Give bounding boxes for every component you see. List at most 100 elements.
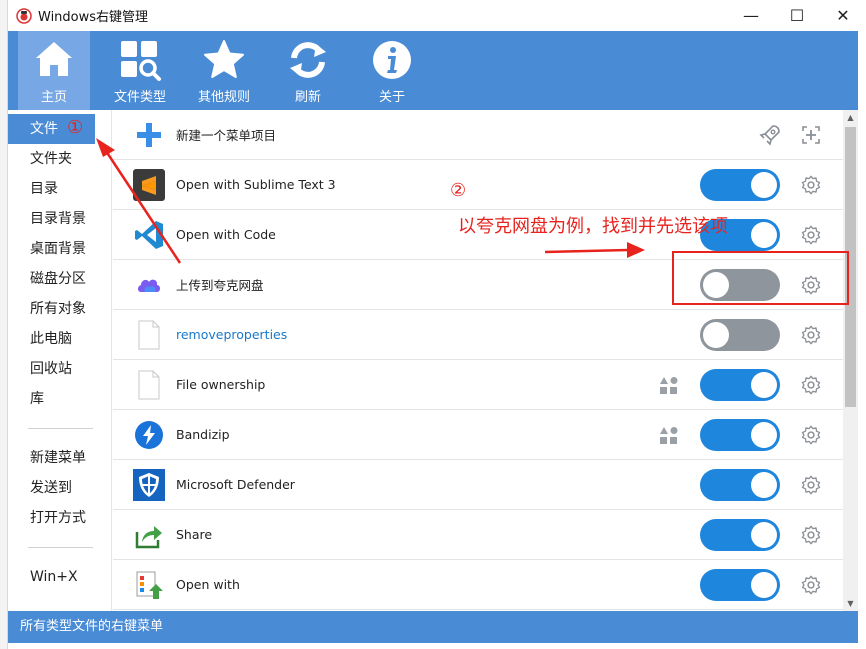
sidebar-item-this-pc[interactable]: 此电脑: [8, 324, 111, 354]
sidebar-item-new-menu[interactable]: 新建菜单: [8, 443, 111, 473]
defender-icon: [133, 468, 165, 501]
toggle-knob: [751, 522, 777, 548]
toolbar-refresh-button[interactable]: 刷新: [266, 31, 350, 110]
annotation-highlight-box: [672, 251, 849, 305]
gear-icon[interactable]: [800, 524, 822, 546]
file-types-icon: [121, 41, 161, 81]
rocket-icon[interactable]: [758, 123, 782, 147]
star-icon: [204, 40, 244, 78]
list-row-label: 上传到夸克网盘: [176, 278, 264, 293]
toggle-knob: [751, 222, 777, 248]
sidebar-divider: [28, 547, 93, 548]
annotation-marker-2: ②: [450, 180, 467, 201]
sidebar-item-library[interactable]: 库: [8, 384, 111, 414]
scroll-up-arrow-icon[interactable]: ▲: [843, 110, 858, 125]
refresh-icon: [290, 42, 326, 78]
toggle-knob: [751, 172, 777, 198]
toggle-knob: [751, 572, 777, 598]
gear-icon[interactable]: [800, 374, 822, 396]
title-bar: Windows右键管理 — ☐ ✕: [8, 0, 866, 31]
list-row-defender[interactable]: Microsoft Defender: [113, 460, 843, 510]
toggle-switch[interactable]: [700, 319, 780, 351]
toolbar-file-types-button[interactable]: 文件类型: [98, 31, 182, 110]
shapes-icon[interactable]: [659, 425, 679, 445]
toggle-knob: [751, 422, 777, 448]
list-row-share[interactable]: Share: [113, 510, 843, 560]
menu-item-list: 新建一个菜单项目 Open with Sublime Text 3 Open w…: [113, 110, 843, 611]
toggle-switch[interactable]: [700, 569, 780, 601]
gear-icon[interactable]: [800, 224, 822, 246]
bandizip-icon: [133, 419, 165, 451]
sidebar-item-folder[interactable]: 文件夹: [8, 144, 111, 174]
sidebar-item-desktop-background[interactable]: 桌面背景: [8, 234, 111, 264]
scroll-down-arrow-icon[interactable]: ▼: [843, 596, 858, 611]
share-icon: [133, 519, 165, 551]
sidebar-item-all-objects[interactable]: 所有对象: [8, 294, 111, 324]
toolbar-file-types-label: 文件类型: [113, 90, 166, 105]
toolbar-other-rules-button[interactable]: 其他规则: [182, 31, 266, 110]
sidebar-item-directory-background[interactable]: 目录背景: [8, 204, 111, 234]
minimize-button[interactable]: —: [728, 0, 774, 31]
close-button[interactable]: ✕: [820, 0, 866, 31]
list-row-open-with[interactable]: Open with: [113, 560, 843, 610]
sidebar: 文件 文件夹 目录 目录背景 桌面背景 磁盘分区 所有对象 此电脑 回收站 库 …: [8, 110, 112, 611]
sidebar-item-drive[interactable]: 磁盘分区: [8, 264, 111, 294]
minimize-icon: —: [743, 6, 759, 25]
list-row-label: Open with Code: [176, 227, 276, 242]
sidebar-item-recycle-bin[interactable]: 回收站: [8, 354, 111, 384]
window-controls: — ☐ ✕: [728, 0, 866, 31]
list-row-sublime[interactable]: Open with Sublime Text 3: [113, 160, 843, 210]
toggle-switch[interactable]: [700, 369, 780, 401]
toggle-switch[interactable]: [700, 419, 780, 451]
gear-icon[interactable]: [800, 424, 822, 446]
list-row-label: Share: [176, 527, 213, 542]
main-toolbar: 主页 文件类型 其他规则 刷新 关于: [8, 31, 858, 110]
app-logo-icon: [16, 7, 32, 24]
status-bar: 所有类型文件的右键菜单: [8, 611, 858, 643]
sidebar-item-send-to[interactable]: 发送到: [8, 473, 111, 503]
toggle-knob: [703, 322, 729, 348]
vscode-icon: [133, 219, 165, 251]
toggle-switch[interactable]: [700, 469, 780, 501]
gear-icon[interactable]: [800, 474, 822, 496]
list-row-new-item[interactable]: 新建一个菜单项目: [113, 110, 843, 160]
toolbar-refresh-label: 刷新: [294, 90, 321, 105]
list-row-file-ownership[interactable]: File ownership: [113, 360, 843, 410]
toolbar-about-button[interactable]: 关于: [350, 31, 434, 110]
blank-file-icon: [133, 319, 165, 351]
toolbar-other-rules-label: 其他规则: [197, 90, 250, 105]
list-row-label: Open with Sublime Text 3: [176, 177, 336, 192]
vertical-scrollbar[interactable]: ▲ ▼: [843, 110, 858, 611]
list-row-removeproperties[interactable]: removeproperties: [113, 310, 843, 360]
maximize-button[interactable]: ☐: [774, 0, 820, 31]
background-window-edge: [0, 0, 8, 649]
add-item-icon: [133, 119, 165, 151]
add-separator-icon[interactable]: [799, 123, 823, 147]
list-row-label: removeproperties: [176, 327, 288, 342]
gear-icon[interactable]: [800, 324, 822, 346]
toggle-switch[interactable]: [700, 169, 780, 201]
shapes-icon[interactable]: [659, 375, 679, 395]
sidebar-item-directory[interactable]: 目录: [8, 174, 111, 204]
list-row-label: Microsoft Defender: [176, 477, 295, 492]
list-row-label: 新建一个菜单项目: [176, 128, 277, 143]
sidebar-divider: [28, 428, 93, 429]
list-row-label: Bandizip: [176, 427, 230, 442]
info-icon: [373, 41, 411, 79]
home-icon: [36, 42, 72, 76]
toolbar-home-button[interactable]: 主页: [18, 31, 90, 110]
annotation-instruction: 以夸克网盘为例，找到并先选该项: [458, 216, 728, 237]
close-icon: ✕: [836, 6, 850, 25]
sidebar-item-win-x[interactable]: Win+X: [8, 562, 111, 592]
toolbar-home-label: 主页: [40, 90, 67, 105]
gear-icon[interactable]: [800, 574, 822, 596]
sidebar-item-open-with[interactable]: 打开方式: [8, 503, 111, 533]
annotation-marker-1: ①: [67, 117, 84, 138]
toggle-knob: [751, 472, 777, 498]
sublime-icon: [133, 168, 165, 201]
open-with-icon: [133, 569, 165, 601]
toggle-knob: [751, 372, 777, 398]
gear-icon[interactable]: [800, 174, 822, 196]
list-row-bandizip[interactable]: Bandizip: [113, 410, 843, 460]
toggle-switch[interactable]: [700, 519, 780, 551]
